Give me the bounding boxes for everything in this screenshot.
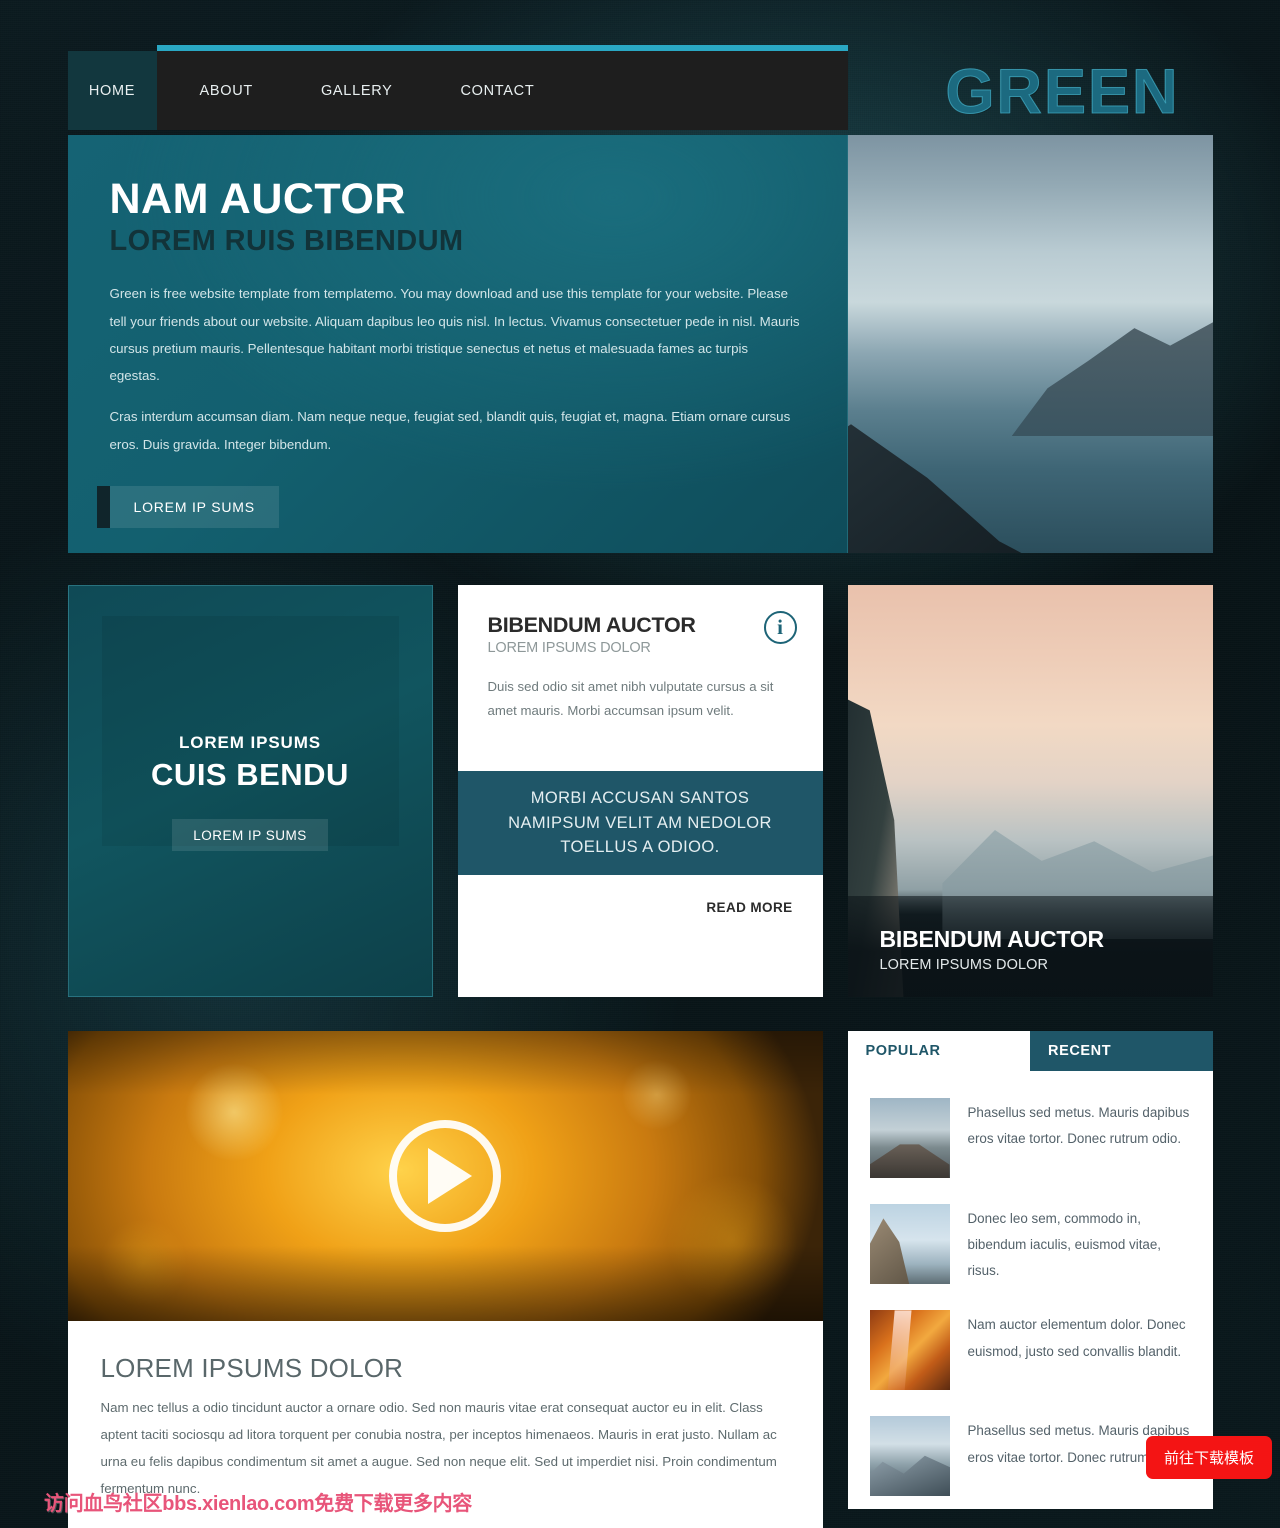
info-card-body: Duis sed odio sit amet nibh vulputate cu…: [487, 679, 774, 719]
hero-cta-button[interactable]: LOREM IP SUMS: [96, 485, 279, 528]
post-thumbnail: [869, 1204, 950, 1284]
feature-card-title: CUIS BENDU: [151, 757, 349, 792]
post-thumbnail: [869, 1416, 950, 1497]
feature-card-subtitle: LOREM IPSUMS: [178, 733, 322, 752]
list-item[interactable]: Donec leo sem, commodo in, bibendum iacu…: [848, 1191, 1213, 1297]
sidebar-tabs: POPULAR RECENT: [847, 1031, 1213, 1071]
hero-section: NAM AUCTOR LOREM RUIS BIBENDUM Green is …: [68, 135, 1213, 553]
site-logo[interactable]: GREEN: [913, 51, 1213, 133]
nav-label: HOME: [88, 82, 136, 99]
post-text: Donec leo sem, commodo in, bibendum iacu…: [967, 1211, 1162, 1279]
post-text: Nam auctor elementum dolor. Donec euismo…: [967, 1317, 1186, 1359]
photo-card-subtitle: LOREM IPSUMS DOLOR: [879, 957, 1049, 973]
nav-item-about[interactable]: ABOUT: [175, 51, 278, 130]
nav-item-contact[interactable]: CONTACT: [435, 51, 559, 130]
hero-text-panel: NAM AUCTOR LOREM RUIS BIBENDUM Green is …: [68, 135, 848, 553]
feature-card: LOREM IPSUMS CUIS BENDU LOREM IP SUMS: [67, 585, 433, 997]
article-block: LOREM IPSUMS DOLOR Nam nec tellus a odio…: [67, 1031, 823, 1528]
post-thumbnail: [869, 1310, 950, 1391]
hero-subtitle: LOREM RUIS BIBENDUM: [109, 225, 464, 258]
nav-item-home[interactable]: HOME: [67, 51, 157, 130]
download-template-button[interactable]: 前往下载模板: [1145, 1436, 1272, 1479]
main-navigation[interactable]: HOME ABOUT GALLERY CONTACT: [67, 51, 848, 130]
tab-recent[interactable]: RECENT: [1030, 1031, 1213, 1071]
site-header: HOME ABOUT GALLERY CONTACT GREEN: [67, 45, 1213, 135]
page-wrapper: HOME ABOUT GALLERY CONTACT GREEN NAM AUC…: [67, 0, 1213, 1528]
info-card-header: BIBENDUM AUCTOR LOREM IPSUMS DOLOR Duis …: [458, 585, 823, 771]
nav-item-gallery[interactable]: GALLERY: [296, 51, 418, 130]
play-triangle: [428, 1148, 472, 1204]
list-item[interactable]: Nam auctor elementum dolor. Donec euismo…: [848, 1297, 1213, 1403]
info-card-quote: MORBI ACCUSAN SANTOS NAMIPSUM VELIT AM N…: [457, 771, 823, 875]
content-row: LOREM IPSUMS DOLOR Nam nec tellus a odio…: [67, 1031, 1213, 1528]
nav-label: CONTACT: [460, 82, 535, 99]
info-card-title: BIBENDUM AUCTOR: [487, 613, 696, 637]
post-text: Phasellus sed metus. Mauris dapibus eros…: [967, 1105, 1190, 1147]
site-watermark: 访问血鸟社区bbs.xienlao.com免费下载更多内容: [44, 1493, 473, 1515]
video-player[interactable]: [67, 1031, 823, 1321]
nav-label: ABOUT: [199, 82, 253, 99]
hero-image: [847, 135, 1213, 553]
photo-card-caption: BIBENDUM AUCTOR LOREM IPSUMS DOLOR: [847, 896, 1213, 997]
read-more-link[interactable]: READ MORE: [706, 900, 792, 915]
hero-title: NAM AUCTOR: [109, 175, 406, 223]
hero-paragraph-2: Cras interdum accumsan diam. Nam neque n…: [109, 409, 791, 452]
info-card-subtitle: LOREM IPSUMS DOLOR: [487, 640, 651, 656]
info-card-footer: READ MORE: [457, 875, 823, 997]
post-thumbnail: [869, 1098, 950, 1178]
article-title: LOREM IPSUMS DOLOR: [100, 1353, 404, 1383]
hero-paragraph-1: Green is free website template from temp…: [109, 286, 800, 384]
feature-card-button[interactable]: LOREM IP SUMS: [172, 819, 328, 851]
info-circle-icon[interactable]: i: [763, 611, 797, 644]
photo-card-title: BIBENDUM AUCTOR: [879, 926, 1105, 952]
feature-row: LOREM IPSUMS CUIS BENDU LOREM IP SUMS BI…: [67, 585, 1213, 997]
photo-card[interactable]: BIBENDUM AUCTOR LOREM IPSUMS DOLOR: [847, 585, 1213, 997]
tab-popular[interactable]: POPULAR: [847, 1031, 1030, 1071]
info-card: BIBENDUM AUCTOR LOREM IPSUMS DOLOR Duis …: [457, 585, 823, 997]
list-item[interactable]: Phasellus sed metus. Mauris dapibus eros…: [848, 1085, 1213, 1191]
nav-label: GALLERY: [320, 82, 393, 99]
play-icon[interactable]: [389, 1120, 501, 1232]
feature-card-image: [101, 616, 399, 846]
